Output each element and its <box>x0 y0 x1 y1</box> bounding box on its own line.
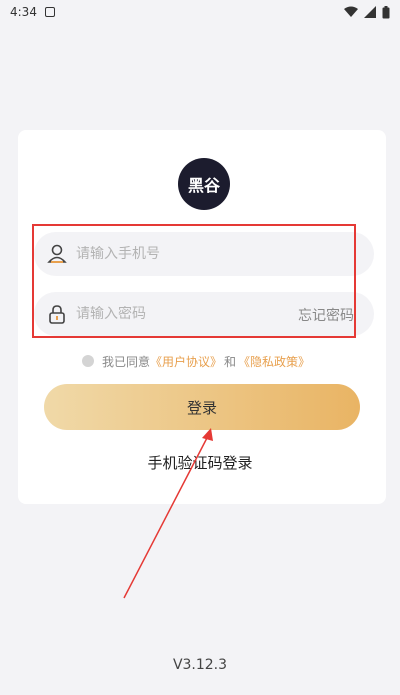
password-field[interactable]: 忘记密码 <box>34 292 374 336</box>
signal-icon <box>364 6 376 18</box>
app-logo: 黑谷 <box>178 158 230 210</box>
sms-login-link[interactable]: 手机验证码登录 <box>0 452 400 473</box>
user-agreement-link[interactable]: 《用户协议》 <box>150 353 222 370</box>
lock-icon <box>46 303 68 325</box>
phone-field[interactable] <box>34 232 374 276</box>
wifi-icon <box>344 6 358 17</box>
app-version: V3.12.3 <box>172 657 228 673</box>
agreement-row: 我已同意 《用户协议》 和 《隐私政策》 <box>82 352 310 370</box>
forgot-password-link[interactable]: 忘记密码 <box>298 305 354 325</box>
login-button[interactable]: 登录 <box>44 384 360 430</box>
notification-icon <box>44 7 55 17</box>
logo-text: 黑谷 <box>187 176 220 195</box>
agreement-checkbox[interactable] <box>82 355 94 367</box>
agreement-conjunction: 和 <box>224 354 237 369</box>
phone-input[interactable] <box>76 246 276 262</box>
status-bar: 4:34 <box>0 0 400 24</box>
status-time: 4:34 <box>10 5 37 19</box>
status-icons <box>344 5 390 19</box>
battery-icon <box>382 5 390 18</box>
user-icon <box>46 243 68 265</box>
agreement-prefix: 我已同意 <box>102 354 151 369</box>
password-input[interactable] <box>76 306 276 322</box>
privacy-policy-link[interactable]: 《隐私政策》 <box>238 353 310 370</box>
